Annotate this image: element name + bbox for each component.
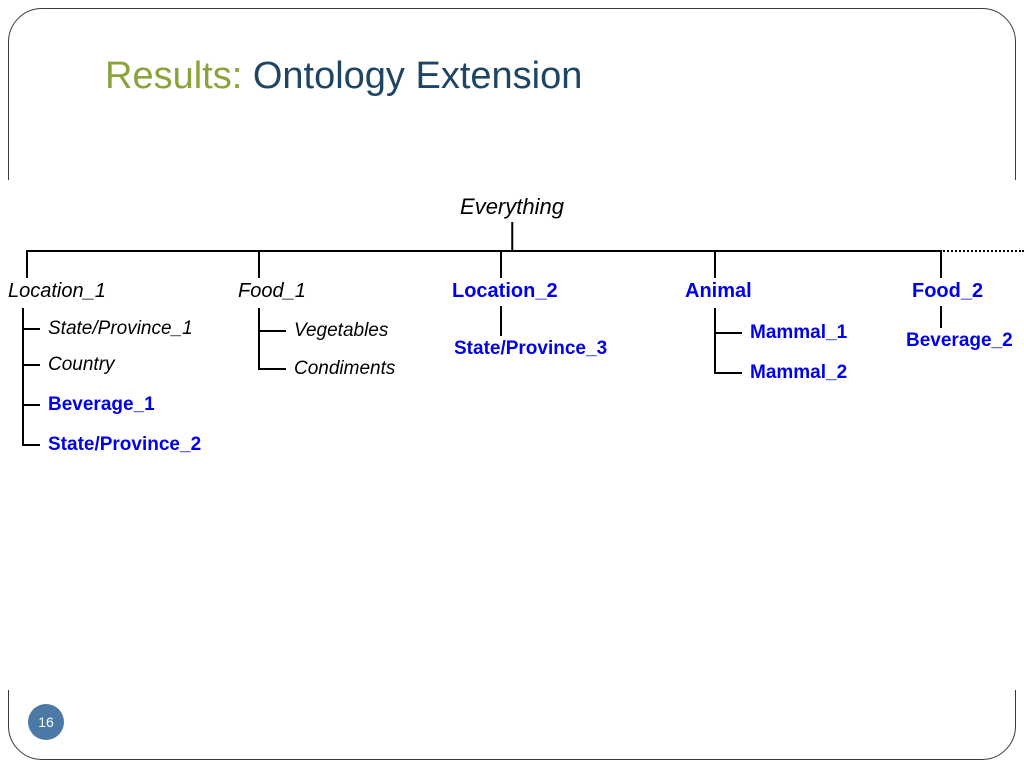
child-label: Vegetables (294, 320, 388, 342)
page-number-badge: 16 (28, 704, 64, 740)
child-spine (258, 308, 260, 370)
branch-drop (500, 250, 502, 278)
child-spine (714, 308, 716, 374)
child-label: Beverage_1 (48, 394, 155, 416)
branch-drop (940, 250, 942, 278)
branch-label-food1: Food_1 (238, 280, 306, 303)
tree-root-connector (511, 222, 513, 250)
child-stub (500, 306, 502, 336)
child-tick (22, 444, 40, 446)
branch-drop (714, 250, 716, 278)
child-tick (714, 332, 742, 334)
child-label: Mammal_2 (750, 362, 847, 384)
tree-bus-continuation (940, 250, 1024, 252)
title-accent: Results: (105, 55, 242, 97)
slide-frame (8, 8, 1016, 760)
tree-bus-line (26, 250, 940, 252)
branch-label-location1: Location_1 (8, 280, 106, 303)
branch-label-food2: Food_2 (912, 280, 983, 303)
child-tick (258, 368, 286, 370)
child-stub (940, 306, 942, 328)
frame-cut (0, 180, 20, 690)
child-label: Beverage_2 (906, 330, 1013, 352)
branch-label-location2: Location_2 (452, 280, 558, 303)
page-number: 16 (38, 714, 54, 730)
child-tick (22, 328, 40, 330)
branch-drop (26, 250, 28, 278)
child-tick (714, 372, 742, 374)
child-label: State/Province_1 (48, 318, 193, 340)
branch-drop (258, 250, 260, 278)
child-tick (258, 330, 286, 332)
child-label: Country (48, 354, 115, 376)
child-tick (22, 364, 40, 366)
child-tick (22, 404, 40, 406)
slide-title: Results: Ontology Extension (105, 55, 582, 98)
child-label: Condiments (294, 358, 395, 380)
child-label: Mammal_1 (750, 322, 847, 344)
branch-label-animal: Animal (685, 280, 752, 303)
frame-cut (1004, 180, 1024, 690)
title-rest: Ontology Extension (242, 55, 582, 97)
tree-root: Everything (460, 194, 564, 220)
child-label: State/Province_3 (454, 338, 607, 360)
child-label: State/Province_2 (48, 434, 201, 456)
